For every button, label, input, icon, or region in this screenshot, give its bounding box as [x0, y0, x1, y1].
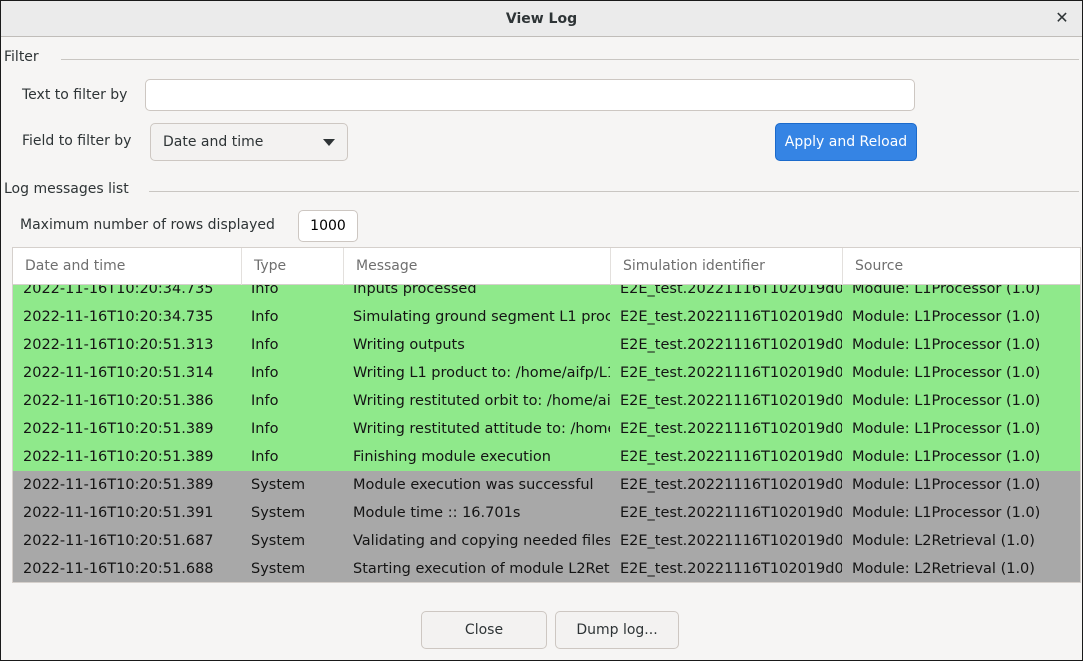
row-type: Info	[251, 421, 279, 437]
row-source: Module: L1Processor (1.0)	[852, 477, 1041, 493]
row-type: System	[251, 477, 306, 493]
row-type: Info	[251, 285, 279, 297]
row-simulation-id: E2E_test.20221116T102019d0	[620, 285, 842, 297]
dump-log-button[interactable]: Dump log...	[555, 611, 679, 649]
row-message: Validating and copying needed files	[353, 533, 610, 549]
row-message: Writing outputs	[353, 337, 465, 353]
field-filter-dropdown[interactable]: Date and time	[150, 123, 348, 161]
row-source: Module: L1Processor (1.0)	[852, 449, 1041, 465]
row-message: Simulating ground segment L1 processing	[353, 309, 610, 325]
row-datetime: 2022-11-16T10:20:51.391	[23, 505, 214, 521]
log-section-label: Log messages list	[4, 181, 131, 197]
field-filter-label: Field to filter by	[22, 133, 132, 149]
row-simulation-id: E2E_test.20221116T102019d0	[620, 309, 842, 325]
window-title: View Log	[505, 10, 578, 27]
row-datetime: 2022-11-16T10:20:51.389	[23, 477, 214, 493]
table-row[interactable]: 2022-11-16T10:20:51.389 Info Finishing mod…	[13, 443, 1080, 471]
row-type: Info	[251, 393, 279, 409]
row-source: Module: L1Processor (1.0)	[852, 337, 1041, 353]
row-type: Info	[251, 365, 279, 381]
row-simulation-id: E2E_test.20221116T102019d0	[620, 449, 842, 465]
row-datetime: 2022-11-16T10:20:34.735	[23, 309, 214, 325]
row-simulation-id: E2E_test.20221116T102019d0	[620, 477, 842, 493]
column-header-simulation-id[interactable]: Simulation identifier	[610, 248, 842, 285]
row-source: Module: L1Processor (1.0)	[852, 309, 1041, 325]
row-type: Info	[251, 449, 279, 465]
row-simulation-id: E2E_test.20221116T102019d0	[620, 365, 842, 381]
column-header-message[interactable]: Message	[343, 248, 610, 285]
table-row[interactable]: 2022-11-16T10:20:51.391 System Module time…	[13, 499, 1080, 527]
row-source: Module: L2Retrieval (1.0)	[852, 533, 1035, 549]
row-simulation-id: E2E_test.20221116T102019d0	[620, 505, 842, 521]
table-body[interactable]: 2022-11-16T10:20:34.735 Info Inputs proces…	[13, 285, 1080, 582]
row-message: Starting execution of module L2Retrieval	[353, 561, 610, 577]
row-source: Module: L1Processor (1.0)	[852, 285, 1041, 297]
row-message: Writing restituted attitude to: /home/ai…	[353, 421, 610, 437]
row-datetime: 2022-11-16T10:20:51.389	[23, 449, 214, 465]
row-simulation-id: E2E_test.20221116T102019d0	[620, 393, 842, 409]
row-simulation-id: E2E_test.20221116T102019d0	[620, 421, 842, 437]
table-header: Date and time Type Message Simulation id…	[13, 248, 1080, 285]
row-source: Module: L1Processor (1.0)	[852, 365, 1041, 381]
row-type: Info	[251, 337, 279, 353]
column-header-type[interactable]: Type	[241, 248, 343, 285]
row-type: Info	[251, 309, 279, 325]
row-message: Module time :: 16.701s	[353, 505, 521, 521]
filter-section-label: Filter	[4, 49, 41, 65]
max-rows-label: Maximum number of rows displayed	[20, 217, 275, 233]
row-datetime: 2022-11-16T10:20:51.313	[23, 337, 214, 353]
table-row[interactable]: 2022-11-16T10:20:34.735 Info Simulating gr…	[13, 303, 1080, 331]
max-rows-input[interactable]: 1000	[298, 210, 358, 242]
table-row[interactable]: 2022-11-16T10:20:51.386 Info Writing resti…	[13, 387, 1080, 415]
table-row[interactable]: 2022-11-16T10:20:51.687 System Validating …	[13, 527, 1080, 555]
close-button[interactable]: Close	[421, 611, 547, 649]
table-row[interactable]: 2022-11-16T10:20:51.314 Info Writing L1 pr…	[13, 359, 1080, 387]
row-datetime: 2022-11-16T10:20:51.314	[23, 365, 214, 381]
row-datetime: 2022-11-16T10:20:51.688	[23, 561, 214, 577]
row-simulation-id: E2E_test.20221116T102019d0	[620, 533, 842, 549]
row-datetime: 2022-11-16T10:20:51.386	[23, 393, 214, 409]
table-row[interactable]: 2022-11-16T10:20:51.688 System Starting ex…	[13, 555, 1080, 582]
close-icon[interactable]: ✕	[1054, 9, 1070, 27]
row-simulation-id: E2E_test.20221116T102019d0	[620, 561, 842, 577]
row-source: Module: L1Processor (1.0)	[852, 393, 1041, 409]
table-row[interactable]: 2022-11-16T10:20:51.389 System Module exec…	[13, 471, 1080, 499]
view-log-dialog: View Log ✕ Filter Text to filter by Fiel…	[0, 0, 1083, 661]
row-message: Finishing module execution	[353, 449, 551, 465]
row-type: System	[251, 561, 306, 577]
row-message: Writing restituted orbit to: /home/aifp	[353, 393, 610, 409]
table-row[interactable]: 2022-11-16T10:20:51.313 Info Writing outpu…	[13, 331, 1080, 359]
field-filter-value: Date and time	[163, 134, 264, 150]
row-datetime: 2022-11-16T10:20:34.735	[23, 285, 214, 297]
apply-and-reload-button[interactable]: Apply and Reload	[775, 123, 917, 161]
row-source: Module: L1Processor (1.0)	[852, 505, 1041, 521]
filter-section-divider	[61, 59, 1079, 60]
row-type: System	[251, 533, 306, 549]
table-rows: 2022-11-16T10:20:34.735 Info Inputs proces…	[13, 285, 1080, 582]
row-message: Inputs processed	[353, 285, 477, 297]
column-header-source[interactable]: Source	[842, 248, 1080, 285]
log-section-divider	[149, 191, 1079, 192]
title-bar: View Log ✕	[1, 1, 1082, 37]
row-datetime: 2022-11-16T10:20:51.389	[23, 421, 214, 437]
row-message: Module execution was successful	[353, 477, 594, 493]
row-simulation-id: E2E_test.20221116T102019d0	[620, 337, 842, 353]
chevron-down-icon	[323, 138, 335, 146]
table-row[interactable]: 2022-11-16T10:20:34.735 Info Inputs proces…	[13, 285, 1080, 303]
table-row[interactable]: 2022-11-16T10:20:51.389 Info Writing resti…	[13, 415, 1080, 443]
column-header-date[interactable]: Date and time	[13, 248, 241, 285]
text-filter-label: Text to filter by	[22, 87, 128, 103]
log-table: Date and time Type Message Simulation id…	[12, 247, 1081, 583]
row-source: Module: L2Retrieval (1.0)	[852, 561, 1035, 577]
row-source: Module: L1Processor (1.0)	[852, 421, 1041, 437]
row-datetime: 2022-11-16T10:20:51.687	[23, 533, 214, 549]
row-type: System	[251, 505, 306, 521]
row-message: Writing L1 product to: /home/aifp/L1	[353, 365, 610, 381]
text-filter-input[interactable]	[145, 79, 915, 111]
